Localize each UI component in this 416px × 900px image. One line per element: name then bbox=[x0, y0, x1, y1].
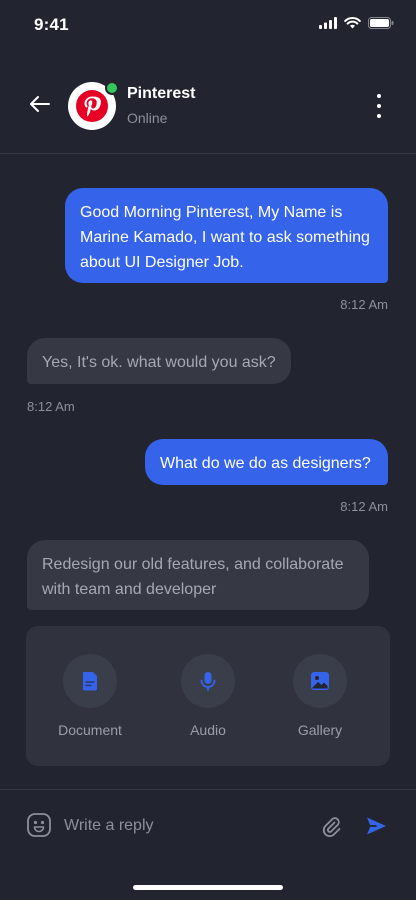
document-icon bbox=[83, 672, 97, 691]
message-time: 8:12 Am bbox=[340, 499, 388, 514]
back-arrow-icon bbox=[30, 96, 50, 112]
attachment-panel: Document Audio Gallery bbox=[26, 626, 390, 766]
back-button[interactable] bbox=[26, 90, 54, 118]
attach-gallery-button[interactable]: Gallery bbox=[275, 654, 365, 738]
send-icon bbox=[367, 817, 386, 835]
send-button[interactable] bbox=[364, 814, 388, 838]
message-bubble-outgoing[interactable]: Good Morning Pinterest, My Name is Marin… bbox=[65, 188, 388, 283]
contact-name: Pinterest bbox=[127, 85, 196, 102]
message-bubble-incoming[interactable]: Redesign our old features, and collabora… bbox=[27, 540, 369, 610]
emoji-button[interactable] bbox=[26, 812, 52, 838]
more-options-button[interactable] bbox=[372, 94, 386, 118]
reply-input-bar bbox=[0, 789, 416, 900]
attach-document-button[interactable]: Document bbox=[45, 654, 135, 738]
contact-status: Online bbox=[127, 110, 168, 126]
microphone-icon bbox=[200, 672, 216, 691]
chat-header: Pinterest Online bbox=[0, 60, 416, 154]
message-bubble-outgoing[interactable]: What do we do as designers? bbox=[145, 439, 388, 485]
attach-label: Document bbox=[58, 722, 122, 738]
paperclip-icon bbox=[322, 817, 341, 837]
signal-icon bbox=[319, 17, 337, 29]
attach-button[interactable] bbox=[320, 814, 344, 838]
message-time: 8:12 Am bbox=[340, 297, 388, 312]
pinterest-logo bbox=[76, 90, 108, 122]
more-vertical-icon bbox=[377, 94, 381, 98]
emoji-icon bbox=[27, 813, 51, 837]
contact-avatar[interactable] bbox=[68, 81, 119, 130]
reply-input[interactable] bbox=[64, 812, 294, 840]
attach-label: Audio bbox=[190, 722, 226, 738]
message-time: 8:12 Am bbox=[27, 399, 75, 414]
status-icons bbox=[319, 17, 394, 29]
gallery-icon bbox=[311, 672, 329, 690]
attach-label: Gallery bbox=[297, 722, 343, 738]
wifi-icon bbox=[344, 17, 361, 29]
online-status-dot bbox=[105, 81, 119, 95]
battery-icon bbox=[368, 17, 394, 29]
attach-audio-button[interactable]: Audio bbox=[163, 654, 253, 738]
status-bar: 9:41 bbox=[0, 0, 416, 52]
message-bubble-incoming[interactable]: Yes, It's ok. what would you ask? bbox=[27, 338, 291, 384]
status-time: 9:41 bbox=[34, 15, 69, 34]
home-indicator bbox=[133, 885, 283, 890]
